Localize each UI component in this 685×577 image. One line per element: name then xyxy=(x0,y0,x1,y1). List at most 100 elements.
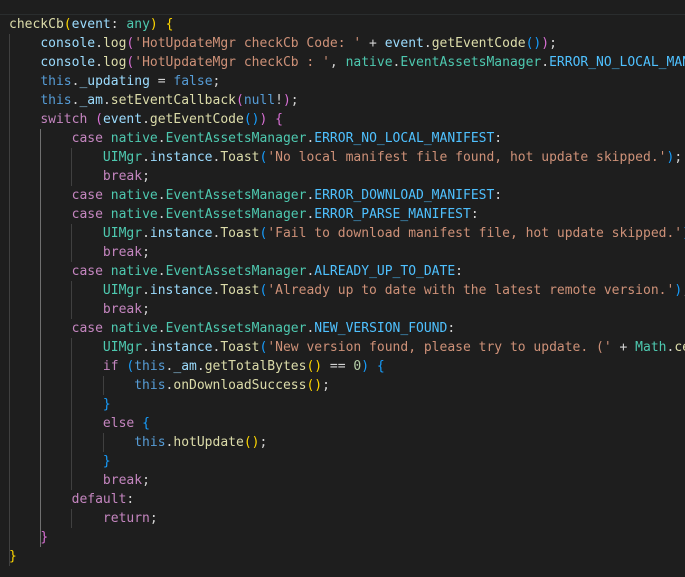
code-token: ( xyxy=(63,17,72,32)
code-token: ceil xyxy=(674,340,685,355)
code-line[interactable]: default: xyxy=(0,490,135,509)
code-line[interactable]: break; xyxy=(0,243,150,262)
code-token: null xyxy=(243,93,276,108)
code-token: Toast xyxy=(220,226,260,241)
code-token: ERROR_PARSE_MANIFEST xyxy=(314,207,471,222)
code-line[interactable]: break; xyxy=(0,300,150,319)
code-token: : xyxy=(470,207,479,222)
code-token: : xyxy=(126,492,135,507)
code-line[interactable]: this._updating = false; xyxy=(0,72,220,91)
code-line[interactable]: } xyxy=(0,528,48,547)
code-token: } xyxy=(9,549,17,564)
code-line[interactable]: break; xyxy=(0,167,150,186)
code-line[interactable]: case native.EventAssetsManager.ALREADY_U… xyxy=(0,262,463,281)
code-token: native xyxy=(345,55,393,70)
code-token: Toast xyxy=(220,340,260,355)
code-token: instance xyxy=(149,340,213,355)
code-line[interactable]: break; xyxy=(0,471,150,490)
code-line[interactable]: case native.EventAssetsManager.ERROR_NO_… xyxy=(0,129,503,148)
code-token: . xyxy=(157,131,166,146)
code-token: () xyxy=(525,36,542,51)
code-token: 'No local manifest file found, hot updat… xyxy=(267,150,667,165)
code-line[interactable]: return; xyxy=(0,509,158,528)
code-token: Math xyxy=(635,340,667,355)
code-line[interactable]: } xyxy=(0,452,111,471)
code-token: ; xyxy=(142,169,150,184)
code-token: ; xyxy=(212,74,221,89)
code-token: this xyxy=(134,435,166,450)
code-token: getTotalBytes xyxy=(204,359,307,374)
code-token: checkCb xyxy=(9,17,64,32)
code-token: { xyxy=(165,17,174,32)
code-line[interactable]: } xyxy=(0,547,17,566)
code-token: ) xyxy=(282,93,291,108)
code-line[interactable]: this._am.setEventCallback(null!); xyxy=(0,91,299,110)
code-token: instance xyxy=(149,226,213,241)
code-token: case xyxy=(71,321,103,336)
code-line[interactable]: this.onDownloadSuccess(); xyxy=(0,376,330,395)
code-line[interactable]: console.log('HotUpdateMgr checkCb : ', n… xyxy=(0,53,685,72)
code-line[interactable]: } xyxy=(0,395,111,414)
code-token: event xyxy=(384,36,424,51)
code-token: } xyxy=(102,454,111,469)
code-token: break xyxy=(102,169,143,184)
code-token: . xyxy=(95,55,103,70)
code-token: { xyxy=(376,359,385,374)
code-token: native xyxy=(110,131,158,146)
code-token: this xyxy=(134,359,166,374)
code-token: ) xyxy=(541,36,550,51)
code-editor[interactable]: checkCb(event: any) { console.log('HotUp… xyxy=(0,0,685,577)
code-token: UIMgr xyxy=(102,150,143,165)
code-line[interactable]: UIMgr.instance.Toast('No local manifest … xyxy=(0,148,682,167)
code-line[interactable]: this.hotUpdate(); xyxy=(0,433,267,452)
code-line[interactable]: case native.EventAssetsManager.ERROR_PAR… xyxy=(0,205,479,224)
code-line[interactable]: console.log('HotUpdateMgr checkCb Code: … xyxy=(0,34,557,53)
code-token: } xyxy=(40,530,49,545)
code-line[interactable]: if (this._am.getTotalBytes() == 0) { xyxy=(0,357,385,376)
code-token: 'HotUpdateMgr checkCb : ' xyxy=(134,55,330,70)
code-token: UIMgr xyxy=(102,283,143,298)
code-token: console xyxy=(40,36,96,51)
code-token: : xyxy=(455,264,463,279)
code-token: () xyxy=(306,378,323,393)
code-line[interactable]: case native.EventAssetsManager.ERROR_DOW… xyxy=(0,186,503,205)
code-token: native xyxy=(110,188,158,203)
code-token: break xyxy=(102,473,143,488)
code-token: 'HotUpdateMgr checkCb Code: ' xyxy=(134,36,362,51)
code-token: case xyxy=(71,188,103,203)
code-line[interactable]: UIMgr.instance.Toast('New version found,… xyxy=(0,338,685,357)
code-token: = xyxy=(149,74,174,89)
code-token: ; xyxy=(290,93,299,108)
code-token: false xyxy=(173,74,213,89)
code-token: return xyxy=(102,511,150,526)
code-line[interactable]: else { xyxy=(0,414,150,433)
code-token: EventAssetsManager xyxy=(165,264,307,279)
code-line[interactable]: switch (event.getEventCode()) { xyxy=(0,110,283,129)
code-line[interactable]: UIMgr.instance.Toast('Fail to download m… xyxy=(0,224,685,243)
code-token: () xyxy=(243,112,260,127)
code-token: . xyxy=(142,112,150,127)
code-line[interactable]: UIMgr.instance.Toast('Already up to date… xyxy=(0,281,685,300)
code-token: case xyxy=(71,131,103,146)
code-line[interactable]: case native.EventAssetsManager.NEW_VERSI… xyxy=(0,319,456,338)
code-line[interactable]: checkCb(event: any) { xyxy=(0,15,173,34)
